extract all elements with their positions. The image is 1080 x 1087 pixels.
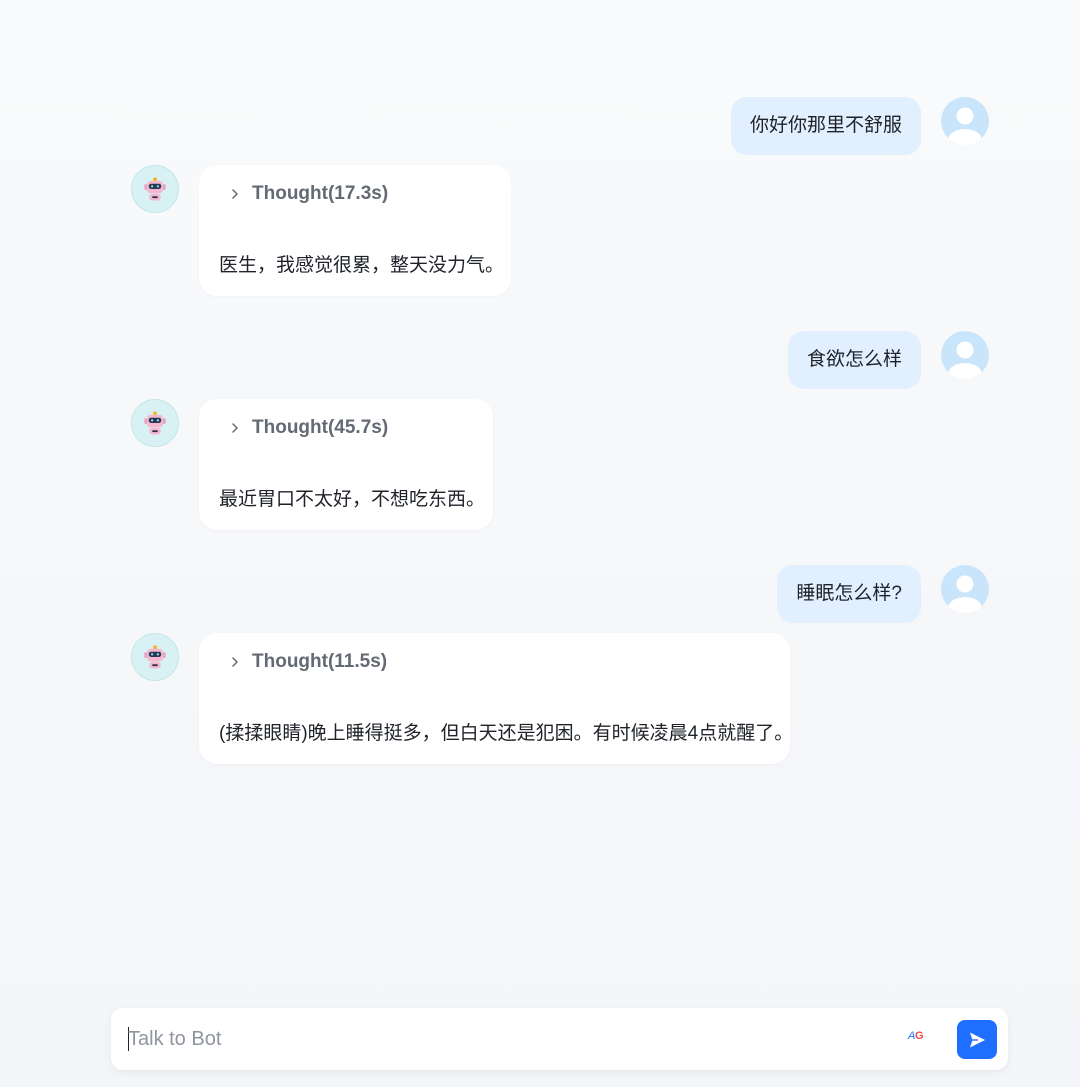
user-message-bubble: 食欲怎么样	[787, 331, 921, 389]
thought-toggle[interactable]: Thought(11.5s)	[229, 649, 387, 675]
user-avatar-icon	[941, 565, 989, 613]
thought-label: Thought(17.3s)	[252, 183, 389, 204]
bot-message-text: (揉揉眼睛)晚上睡得挺多，但白天还是犯困。有时候凌晨4点就醒了。	[219, 723, 794, 744]
chat-area: 你好你那里不舒服 Thought(17.3s) 医生，我感觉很累，整天没力气。 …	[0, 0, 1080, 1087]
bot-message: Thought(45.7s) 最近胃口不太好，不想吃东西。	[131, 399, 493, 530]
chevron-right-icon	[232, 423, 238, 433]
user-message: 食欲怎么样	[787, 331, 989, 389]
chevron-right-icon	[232, 189, 238, 199]
chevron-right-icon	[232, 657, 238, 667]
send-icon	[970, 1032, 985, 1047]
bot-message-card: Thought(17.3s) 医生，我感觉很累，整天没力气。	[199, 165, 511, 296]
thought-label: Thought(11.5s)	[252, 651, 388, 672]
thought-toggle[interactable]: Thought(45.7s)	[229, 415, 388, 441]
bot-message-card: Thought(45.7s) 最近胃口不太好，不想吃东西。	[199, 399, 493, 530]
user-message: 睡眠怎么样?	[777, 565, 989, 623]
user-message-bubble: 睡眠怎么样?	[777, 565, 921, 623]
bot-message-text: 最近胃口不太好，不想吃东西。	[219, 489, 486, 510]
thought-toggle[interactable]: Thought(17.3s)	[229, 181, 388, 207]
translate-icon[interactable]: A G	[907, 1026, 925, 1044]
user-message: 你好你那里不舒服	[730, 97, 989, 155]
chat-input-bar: A G	[111, 1008, 1008, 1070]
user-avatar-icon	[941, 97, 989, 145]
robot-icon	[131, 165, 179, 213]
thought-label: Thought(45.7s)	[252, 417, 389, 438]
chat-input[interactable]	[128, 1018, 888, 1060]
bot-message-card: Thought(11.5s) (揉揉眼睛)晚上睡得挺多，但白天还是犯困。有时候凌…	[199, 633, 794, 764]
robot-icon	[131, 399, 179, 447]
robot-icon	[131, 633, 179, 681]
bot-message-text: 医生，我感觉很累，整天没力气。	[219, 255, 505, 276]
bot-message: Thought(11.5s) (揉揉眼睛)晚上睡得挺多，但白天还是犯困。有时候凌…	[131, 633, 794, 764]
send-button[interactable]	[957, 1020, 997, 1059]
user-avatar-icon	[941, 331, 989, 379]
bot-message: Thought(17.3s) 医生，我感觉很累，整天没力气。	[131, 165, 511, 296]
user-message-bubble: 你好你那里不舒服	[730, 97, 921, 155]
svg-text:G: G	[915, 1030, 924, 1042]
